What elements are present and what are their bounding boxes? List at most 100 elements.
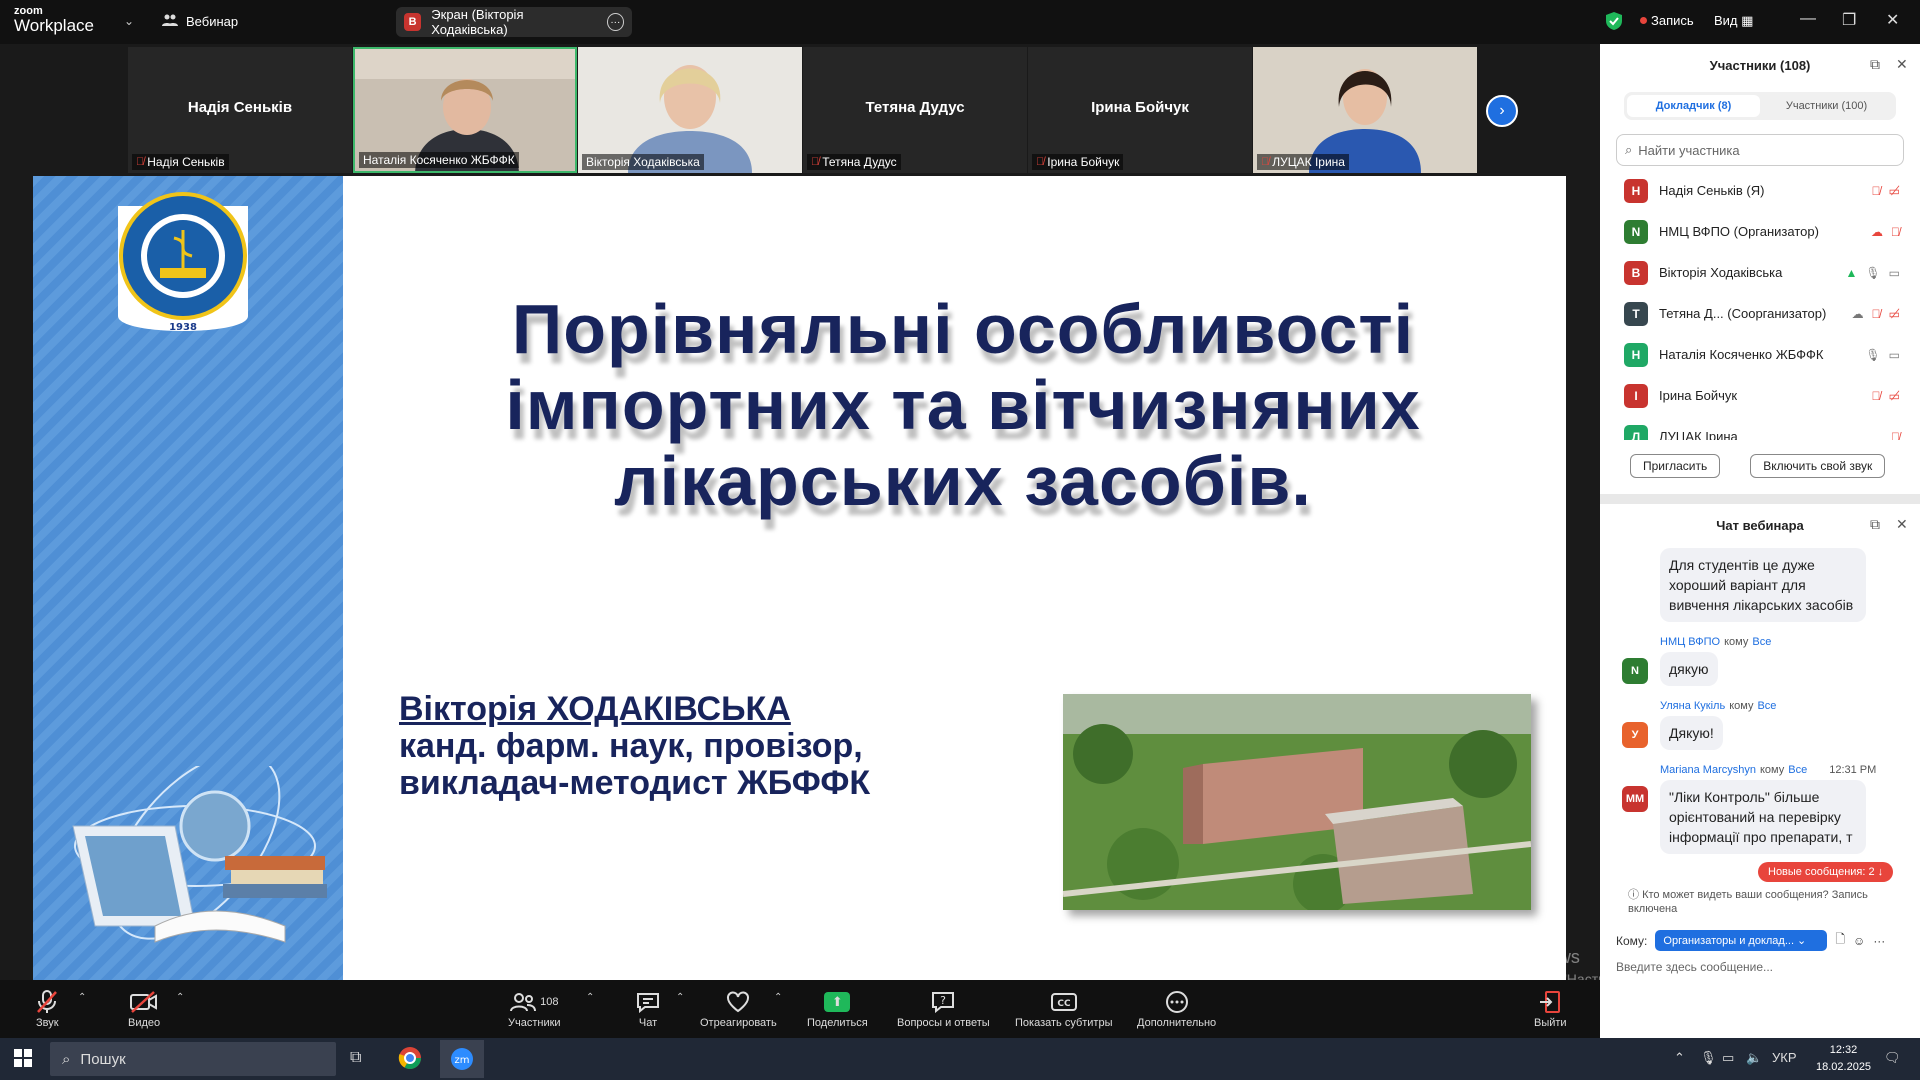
title-bar: zoom Workplace ⌄ Вебинар В Экран (Віктор…: [0, 0, 1920, 44]
chevron-up-icon[interactable]: ⌃: [774, 992, 782, 1003]
leave-label: Выйти: [1534, 1017, 1567, 1029]
mic-icon[interactable]: 🎙: [1865, 348, 1880, 362]
to-word: кому: [1729, 700, 1754, 712]
participants-button[interactable]: 108 Участники: [508, 990, 561, 1029]
leave-button[interactable]: Выйти: [1534, 990, 1567, 1029]
sender-name[interactable]: Уляна Кукіль: [1660, 700, 1725, 712]
author-block: Вікторія ХОДАКІВСЬКА канд. фарм. наук, п…: [399, 691, 870, 802]
tile-label: Надія Сеньків: [147, 155, 225, 169]
close-icon[interactable]: ✕: [1886, 10, 1899, 30]
unmute-self-button[interactable]: Включить свой звук: [1750, 454, 1886, 478]
chevron-up-icon[interactable]: ⌃: [176, 992, 184, 1003]
close-icon[interactable]: ✕: [1896, 516, 1908, 533]
popout-icon[interactable]: ⧉: [1870, 56, 1880, 73]
list-item[interactable]: І Ірина Бойчук 🎙̸ ▭̸: [1600, 375, 1920, 416]
chat-message-input[interactable]: Введите здесь сообщение...: [1616, 960, 1773, 974]
more-button[interactable]: Дополнительно: [1137, 990, 1216, 1029]
screen-share-indicator[interactable]: В Экран (Вікторія Ходаківська) ···: [396, 7, 632, 37]
chevron-up-icon[interactable]: ⌃: [1674, 1050, 1685, 1066]
participant-name: Наталія Косяченко ЖБФФК: [1659, 347, 1824, 362]
mic-icon[interactable]: 🎙: [1700, 1050, 1717, 1066]
shield-icon[interactable]: [1606, 12, 1622, 35]
list-item[interactable]: Л ЛУЦАК Ірина 🎙̸: [1600, 416, 1920, 440]
mic-off-icon[interactable]: 🎙̸: [1872, 184, 1881, 198]
chevron-up-icon[interactable]: ⌃: [676, 992, 684, 1003]
mic-off-icon: 🎙̸: [136, 156, 145, 168]
video-tile[interactable]: Надія Сеньків 🎙̸ Надія Сеньків: [128, 47, 352, 173]
chrome-icon[interactable]: [398, 1046, 422, 1075]
tile-label: ЛУЦАК Ірина: [1272, 155, 1345, 169]
react-button[interactable]: Отреагировать: [700, 990, 777, 1029]
list-item[interactable]: Т Тетяна Д... (Соорганизатор) ☁ 🎙̸ ▭̸: [1600, 293, 1920, 334]
logo-year: 1938: [169, 322, 197, 333]
video-button[interactable]: Видео: [128, 990, 160, 1029]
windows-start-icon[interactable]: [14, 1049, 32, 1072]
next-page-button[interactable]: ›: [1486, 95, 1518, 127]
list-item[interactable]: N НМЦ ВФПО (Организатор) ☁ 🎙̸: [1600, 211, 1920, 252]
video-tile[interactable]: Тетяна Дудус 🎙̸ Тетяна Дудус: [803, 47, 1027, 173]
minimize-icon[interactable]: —: [1800, 10, 1816, 28]
mic-off-icon[interactable]: 🎙̸: [1872, 307, 1881, 321]
mic-icon[interactable]: 🎙: [1865, 266, 1880, 280]
tab-presenters[interactable]: Докладчик (8): [1627, 95, 1760, 117]
camera-off-icon[interactable]: ▭̸: [1889, 307, 1900, 321]
sender-name[interactable]: НМЦ ВФПО: [1660, 636, 1720, 648]
file-icon[interactable]: 🗋: [1835, 930, 1845, 951]
video-tile[interactable]: Наталія Косяченко ЖБФФК: [353, 47, 577, 173]
camera-icon[interactable]: ▭: [1889, 266, 1900, 280]
video-tile[interactable]: 🎙̸ ЛУЦАК Ірина: [1253, 47, 1477, 173]
captions-button[interactable]: CC Показать субтитры: [1015, 990, 1113, 1029]
input-language[interactable]: УКР: [1772, 1050, 1797, 1065]
camera-off-icon[interactable]: ▭̸: [1889, 184, 1900, 198]
popout-icon[interactable]: ⧉: [1870, 516, 1880, 533]
chevron-up-icon[interactable]: ⌃: [78, 992, 86, 1003]
list-item[interactable]: Н Наталія Косяченко ЖБФФК 🎙 ▭: [1600, 334, 1920, 375]
emoji-icon[interactable]: ☺: [1853, 934, 1865, 948]
camera-icon[interactable]: ▭: [1889, 348, 1900, 362]
clock[interactable]: 12:32 18.02.2025: [1816, 1042, 1871, 1076]
qa-button[interactable]: ? Вопросы и ответы: [897, 990, 990, 1029]
sender-name[interactable]: Mariana Marcyshyn: [1660, 764, 1756, 776]
chat-button[interactable]: Чат: [636, 990, 660, 1029]
recipient-select[interactable]: Организаторы и доклад... ⌄: [1655, 930, 1828, 951]
participant-search-input[interactable]: ⌕ Найти участника: [1616, 134, 1904, 166]
list-item[interactable]: В Вікторія Ходаківська ▲ 🎙 ▭: [1600, 252, 1920, 293]
task-view-icon[interactable]: ⧉: [350, 1049, 361, 1067]
list-item[interactable]: Н Надія Сеньків (Я) 🎙̸ ▭̸: [1600, 170, 1920, 211]
qa-label: Вопросы и ответы: [897, 1017, 990, 1029]
camera-off-icon[interactable]: ▭̸: [1889, 389, 1900, 403]
zoom-logo: zoom Workplace: [14, 6, 94, 35]
record-label: Запись: [1651, 13, 1694, 28]
audio-button[interactable]: Звук: [36, 990, 59, 1029]
video-tile[interactable]: Ірина Бойчук 🎙̸ Ірина Бойчук: [1028, 47, 1252, 173]
who-can-see-link[interactable]: ⓘ Кто может видеть ваши сообщения? Запис…: [1628, 888, 1898, 916]
taskbar-search[interactable]: ⌕ Пошук: [50, 1042, 336, 1076]
network-icon[interactable]: ▭: [1722, 1050, 1734, 1066]
chat-title: Чат вебинара: [1716, 517, 1804, 533]
mic-off-icon[interactable]: 🎙̸: [1891, 225, 1900, 239]
chevron-down-icon[interactable]: ⌄: [124, 14, 134, 28]
chevron-up-icon[interactable]: ⌃: [586, 992, 594, 1003]
exit-icon: [1538, 990, 1562, 1014]
recipient: Все: [1757, 700, 1777, 712]
more-icon[interactable]: ···: [606, 13, 624, 31]
share-screen-button[interactable]: ⬆ Поделиться: [807, 990, 868, 1029]
tab-attendees[interactable]: Участники (100): [1760, 95, 1893, 117]
video-tile[interactable]: Вікторія Ходаківська: [578, 47, 802, 173]
recording-indicator[interactable]: Запись: [1640, 13, 1694, 28]
webinar-menu[interactable]: Вебинар: [162, 13, 238, 30]
view-menu[interactable]: Вид ▦: [1714, 13, 1753, 29]
new-messages-button[interactable]: Новые сообщения: 2 ↓: [1758, 862, 1894, 882]
mic-off-icon[interactable]: 🎙̸: [1891, 430, 1900, 441]
invite-button[interactable]: Пригласить: [1630, 454, 1721, 478]
zoom-taskbar-icon[interactable]: zm: [440, 1040, 484, 1078]
more-icon[interactable]: ···: [1873, 934, 1885, 948]
recipient-row: Кому: Организаторы и доклад... ⌄ 🗋 ☺ ···: [1616, 930, 1885, 951]
mic-off-icon: 🎙̸: [1036, 156, 1045, 168]
close-icon[interactable]: ✕: [1896, 56, 1908, 73]
video-strip: Надія Сеньків 🎙̸ Надія Сеньків Наталія Ко…: [128, 47, 1478, 173]
volume-icon[interactable]: 🔈: [1746, 1050, 1762, 1066]
notifications-icon[interactable]: 🗨: [1884, 1050, 1901, 1066]
mic-off-icon[interactable]: 🎙̸: [1872, 389, 1881, 403]
restore-icon[interactable]: ❐: [1842, 10, 1856, 30]
